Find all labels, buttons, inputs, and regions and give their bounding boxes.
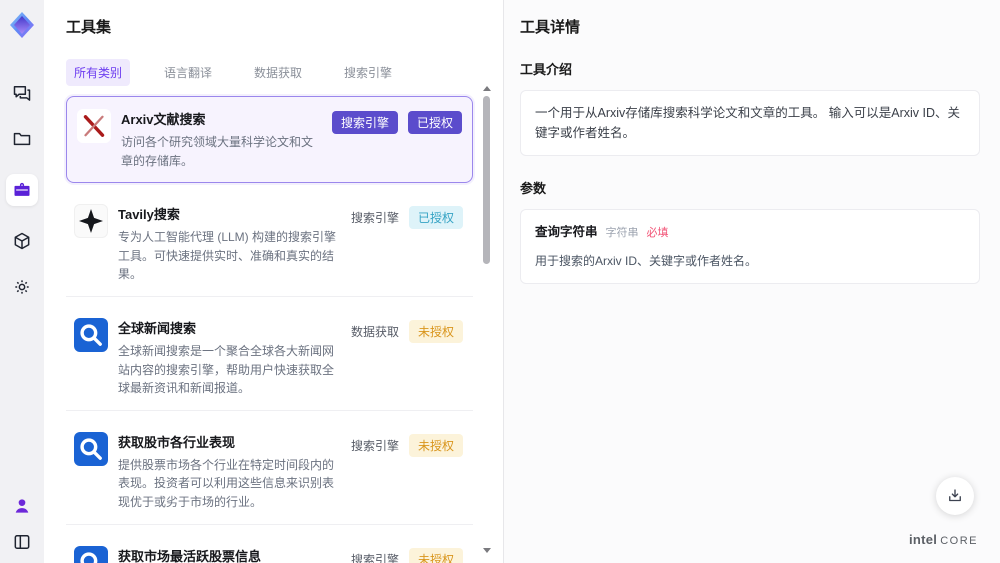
tool-title: 获取市场最活跃股票信息 [118, 548, 262, 563]
user-icon[interactable] [11, 495, 33, 517]
app-logo [7, 10, 37, 40]
category-label: 搜索引擎 [350, 438, 399, 453]
tool-title: Tavily搜索 [118, 207, 180, 223]
card-badges: 搜索引擎 已授权 [331, 111, 462, 134]
tool-title: Arxiv文献搜索 [121, 112, 206, 127]
tab-search-engine[interactable]: 搜索引擎 [336, 59, 400, 86]
parameter-description: 用于搜索的Arxiv ID、关键字或作者姓名。 [535, 253, 758, 268]
app-window: 工具集 所有类别 语言翻译 数据获取 搜索引擎 Arxiv文献搜索 访问各个研究… [0, 0, 1000, 563]
intro-heading: 工具介绍 [520, 62, 573, 77]
tool-title: 获取股市各行业表现 [118, 434, 236, 450]
tool-description: 全球新闻搜索是一个聚合全球各大新闻网站内容的搜索引擎，帮助用户快速获取全球最新资… [118, 343, 335, 396]
card-body: 获取股市各行业表现 提供股票市场各个行业在特定时间段内的表现。投资者可以利用这些… [118, 432, 341, 512]
auth-status-badge: 未授权 [408, 433, 463, 457]
category-label: 数据获取 [350, 324, 399, 339]
page-title: 工具集 [66, 19, 112, 36]
auth-status-badge: 已授权 [407, 111, 462, 134]
sidebar-nav [6, 82, 38, 298]
gear-icon[interactable] [11, 276, 33, 298]
parameter-header: 查询字符串 字符串 必填 [535, 222, 965, 243]
intro-text: 一个用于从Arxiv存储库搜索科学论文和文章的工具。 输入可以是Arxiv ID… [535, 106, 961, 140]
tab-data-acquisition[interactable]: 数据获取 [246, 59, 310, 86]
tool-card-global-news[interactable]: 全球新闻搜索 全球新闻搜索是一个聚合全球各大新闻网站内容的搜索引擎，帮助用户快速… [66, 305, 473, 411]
card-badges: 搜索引擎 未授权 [350, 547, 463, 563]
parameter-box: 查询字符串 字符串 必填 用于搜索的Arxiv ID、关键字或作者姓名。 [520, 209, 980, 284]
tool-card-list: Arxiv文献搜索 访问各个研究领域大量科学论文和文章的存储库。 搜索引擎 已授… [66, 96, 473, 563]
panels-icon[interactable] [11, 531, 33, 553]
category-label: 搜索引擎 [350, 211, 399, 226]
card-body: Arxiv文献搜索 访问各个研究领域大量科学论文和文章的存储库。 [121, 109, 322, 170]
category-tabs: 所有类别 语言翻译 数据获取 搜索引擎 [66, 59, 473, 86]
folder-icon[interactable] [11, 128, 33, 150]
card-badges: 数据获取 未授权 [350, 319, 463, 343]
left-sidebar [0, 0, 44, 563]
tool-description: 访问各个研究领域大量科学论文和文章的存储库。 [121, 135, 314, 168]
details-title: 工具详情 [520, 19, 581, 36]
category-label: 搜索引擎 [350, 552, 399, 563]
sidebar-bottom [11, 495, 33, 553]
parameter-type: 字符串 [605, 227, 639, 239]
auth-status-badge: 未授权 [408, 547, 463, 563]
tool-title: 全球新闻搜索 [118, 320, 197, 336]
params-heading: 参数 [520, 181, 547, 196]
active-stocks-search-icon [74, 545, 108, 563]
scroll-down-arrow-icon[interactable] [483, 548, 491, 553]
brand-core: core [940, 535, 978, 547]
tavily-star-icon [74, 204, 108, 239]
scroll-up-arrow-icon[interactable] [483, 86, 491, 91]
download-icon [949, 489, 961, 502]
tool-description: 专为人工智能代理 (LLM) 构建的搜索引擎工具。可快速提供实时、准确和真实的结… [118, 230, 337, 282]
list-scrollbar[interactable] [483, 86, 491, 553]
auth-status-badge: 已授权 [408, 206, 463, 230]
brand-intel: intel [908, 532, 938, 547]
tool-description: 提供股票市场各个行业在特定时间段内的表现。投资者可以利用这些信息来识别表现优于或… [118, 457, 335, 509]
auth-status-badge: 未授权 [408, 319, 463, 343]
tab-all-categories[interactable]: 所有类别 [66, 59, 131, 86]
category-badge: 搜索引擎 [331, 111, 398, 134]
scrollbar-thumb[interactable] [483, 96, 490, 264]
briefcase-icon[interactable] [6, 174, 38, 206]
tool-card-active-stocks[interactable]: 获取市场最活跃股票信息 提供当天交易量最高的股票列表，投资者可以利用这些信息来识… [66, 533, 473, 563]
intro-box: 一个用于从Arxiv存储库搜索科学论文和文章的工具。 输入可以是Arxiv ID… [520, 90, 980, 156]
card-badges: 搜索引擎 未授权 [350, 433, 463, 457]
news-search-icon [74, 317, 108, 352]
card-badges: 搜索引擎 已授权 [350, 206, 463, 230]
card-body: Tavily搜索 专为人工智能代理 (LLM) 构建的搜索引擎工具。可快速提供实… [118, 204, 341, 284]
card-body: 获取市场最活跃股票信息 提供当天交易量最高的股票列表，投资者可以利用这些信息来识… [118, 546, 341, 563]
tool-details-panel: 工具详情 工具介绍 一个用于从Arxiv存储库搜索科学论文和文章的工具。 输入可… [504, 0, 1000, 563]
chat-icon[interactable] [11, 82, 33, 104]
tool-card-stock-sectors[interactable]: 获取股市各行业表现 提供股票市场各个行业在特定时间段内的表现。投资者可以利用这些… [66, 419, 473, 525]
tab-language-translation[interactable]: 语言翻译 [156, 59, 220, 86]
download-button[interactable] [936, 477, 974, 515]
tools-list-panel: 工具集 所有类别 语言翻译 数据获取 搜索引擎 Arxiv文献搜索 访问各个研究… [44, 0, 504, 563]
tool-card-tavily[interactable]: Tavily搜索 专为人工智能代理 (LLM) 构建的搜索引擎工具。可快速提供实… [66, 192, 473, 297]
intel-core-logo: intel core [909, 532, 978, 547]
parameter-required-label: 必填 [646, 227, 669, 239]
arxiv-icon [77, 109, 111, 143]
cube-icon[interactable] [11, 230, 33, 252]
stock-sector-search-icon [74, 431, 108, 466]
card-body: 全球新闻搜索 全球新闻搜索是一个聚合全球各大新闻网站内容的搜索引擎，帮助用户快速… [118, 318, 341, 398]
parameter-name: 查询字符串 [535, 225, 598, 239]
tool-card-arxiv[interactable]: Arxiv文献搜索 访问各个研究领域大量科学论文和文章的存储库。 搜索引擎 已授… [66, 96, 473, 184]
